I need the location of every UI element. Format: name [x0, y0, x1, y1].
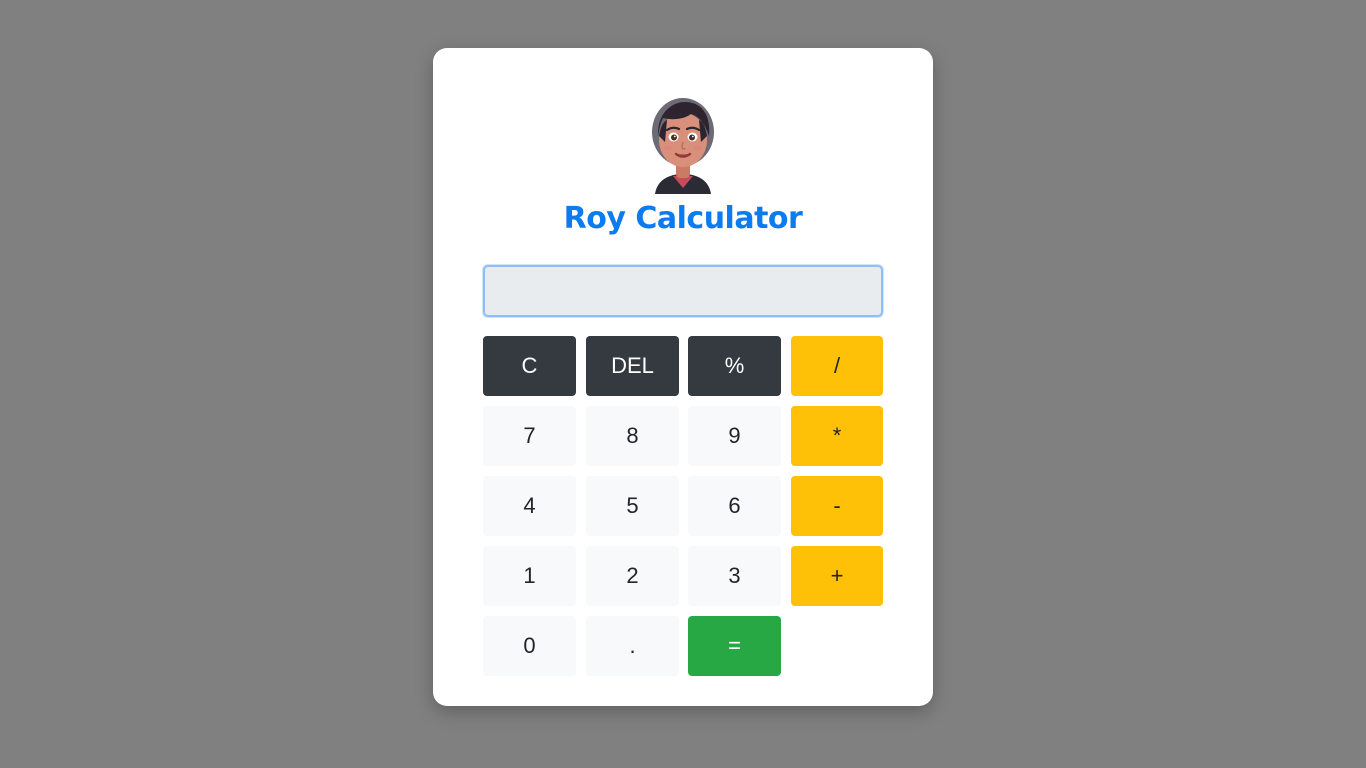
- digit-9-button[interactable]: 9: [688, 406, 781, 466]
- app-title: Roy Calculator: [563, 201, 803, 236]
- digit-6-button[interactable]: 6: [688, 476, 781, 536]
- multiply-button[interactable]: *: [791, 406, 883, 466]
- digit-8-button[interactable]: 8: [586, 406, 679, 466]
- digit-0-button[interactable]: 0: [483, 616, 576, 676]
- digit-2-button[interactable]: 2: [586, 546, 679, 606]
- digit-4-button[interactable]: 4: [483, 476, 576, 536]
- girl-avatar-icon: [652, 98, 714, 194]
- digit-5-button[interactable]: 5: [586, 476, 679, 536]
- percent-button[interactable]: %: [688, 336, 781, 396]
- digit-3-button[interactable]: 3: [688, 546, 781, 606]
- digit-7-button[interactable]: 7: [483, 406, 576, 466]
- minus-button[interactable]: -: [791, 476, 883, 536]
- avatar: [649, 96, 717, 194]
- calculator-display[interactable]: [483, 265, 883, 317]
- decimal-point-button[interactable]: .: [586, 616, 679, 676]
- digit-1-button[interactable]: 1: [483, 546, 576, 606]
- plus-button[interactable]: +: [791, 546, 883, 606]
- delete-button[interactable]: DEL: [586, 336, 679, 396]
- divide-button[interactable]: /: [791, 336, 883, 396]
- equals-button[interactable]: =: [688, 616, 781, 676]
- calculator-card: Roy Calculator C DEL % / 7 8 9 * 4 5 6 -…: [433, 48, 933, 706]
- clear-button[interactable]: C: [483, 336, 576, 396]
